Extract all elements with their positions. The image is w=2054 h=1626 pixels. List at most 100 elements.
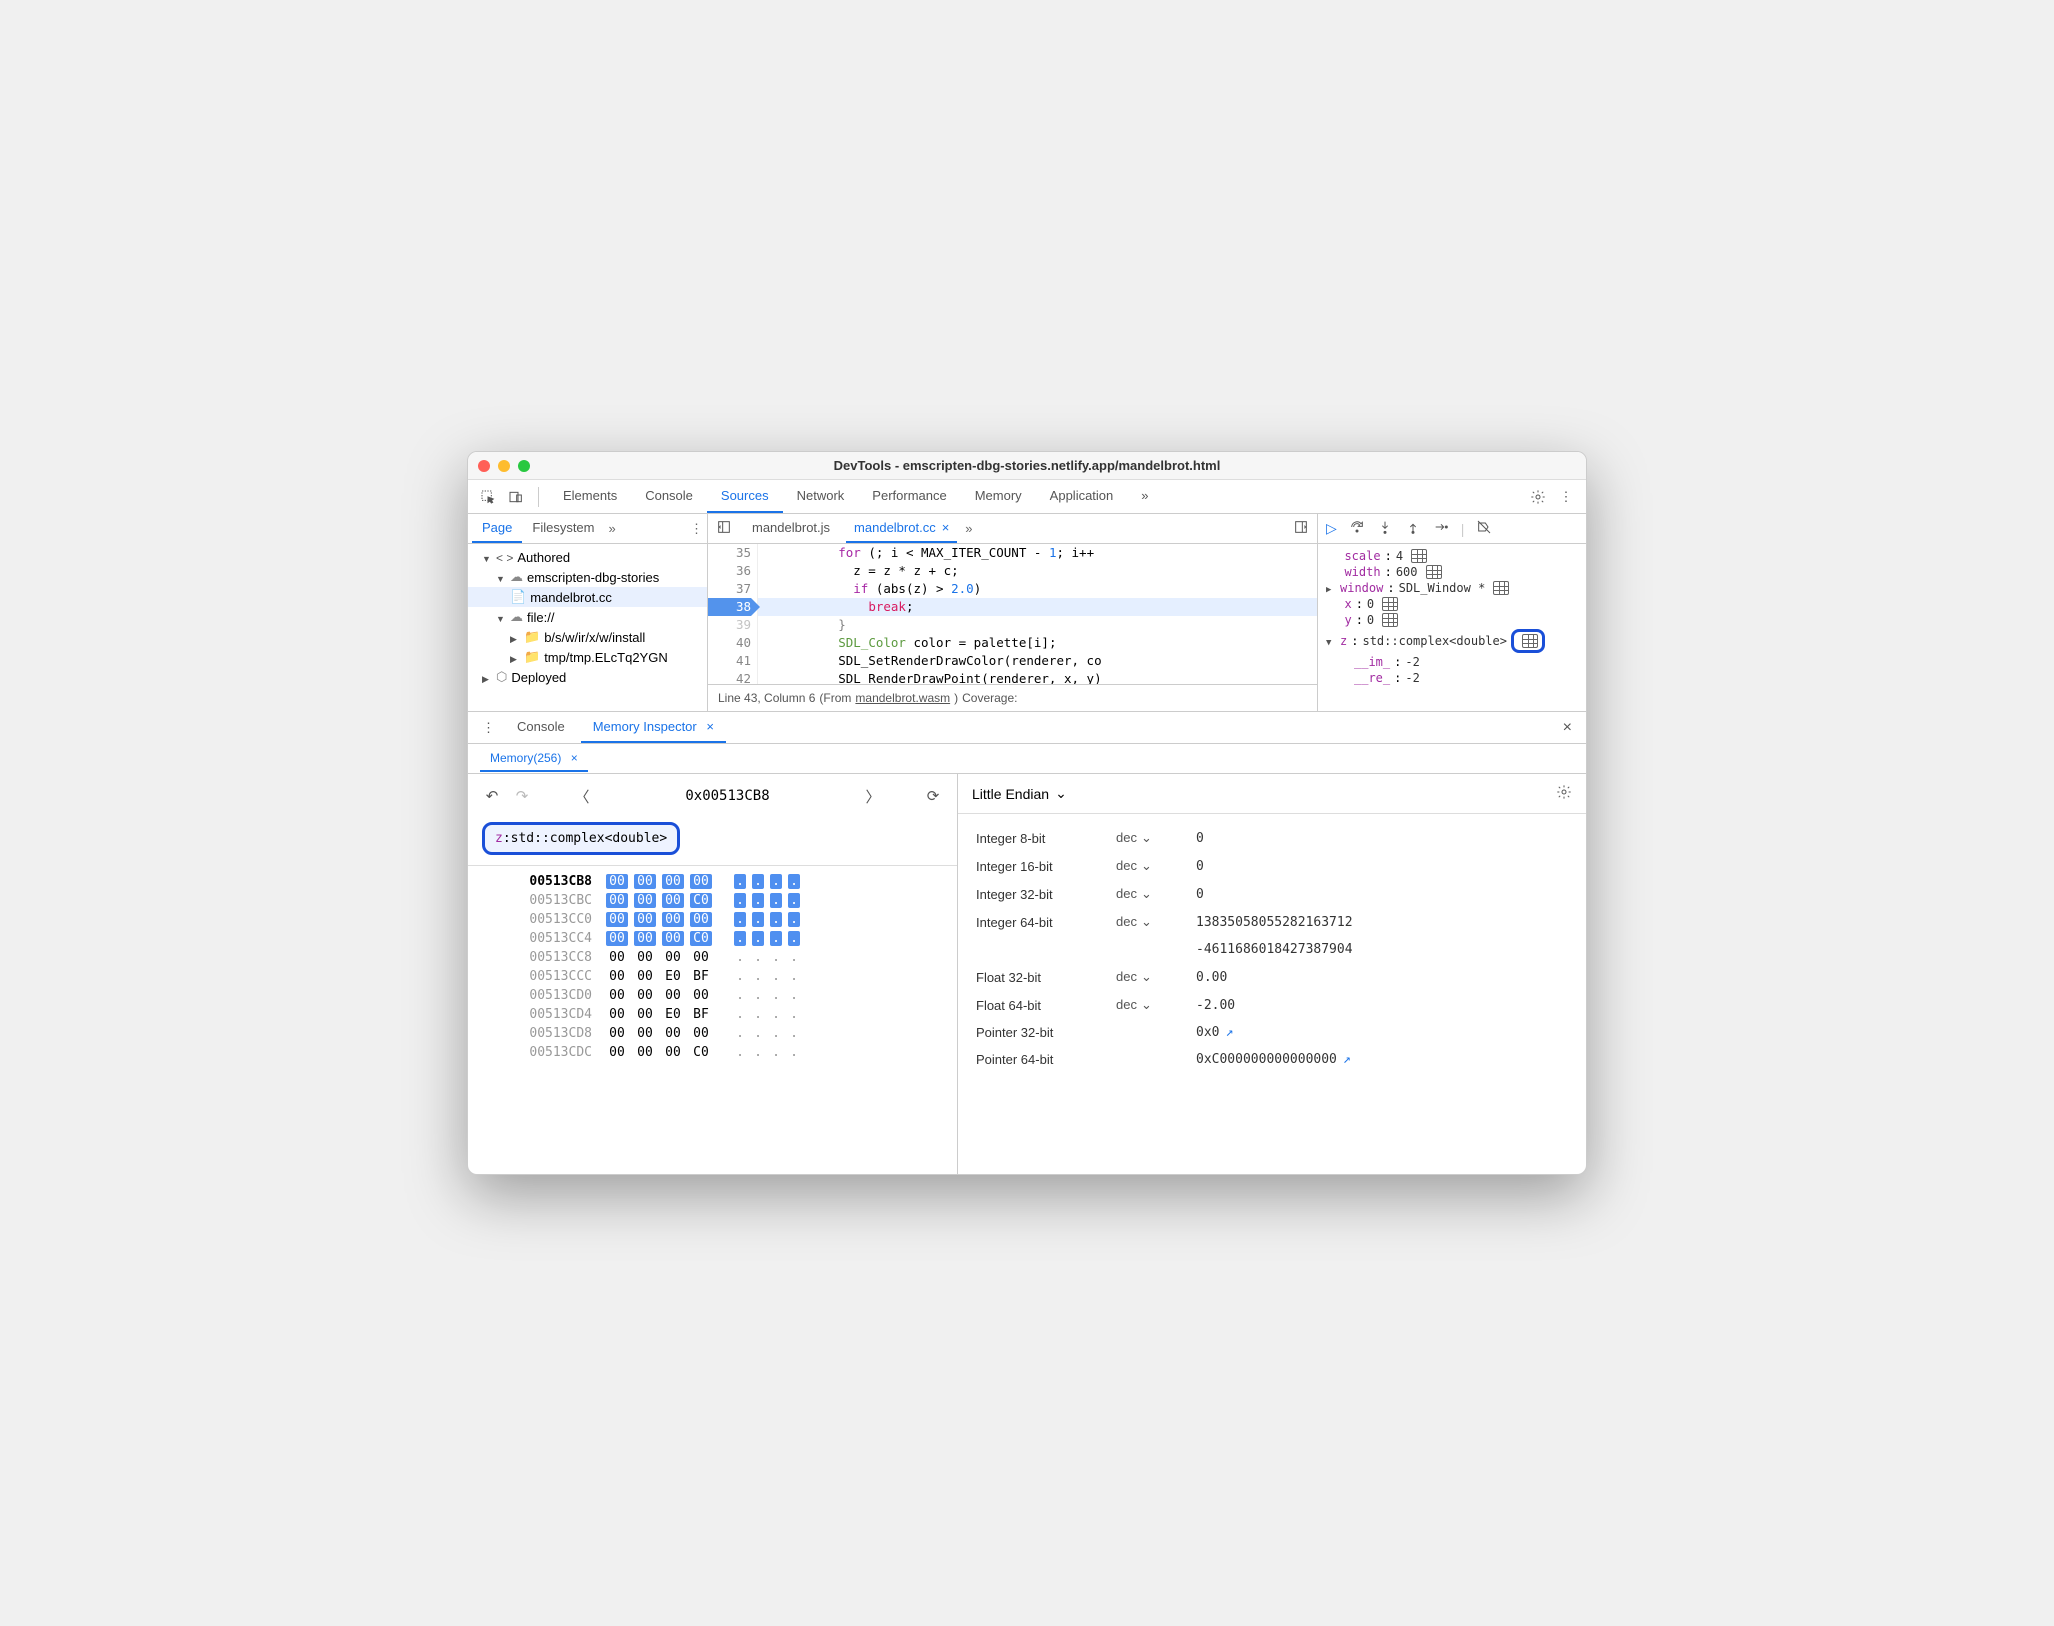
scope-row-y[interactable]: y: 0 <box>1326 612 1578 628</box>
next-page-icon[interactable]: 〉 <box>863 786 883 807</box>
hex-byte[interactable]: 00 <box>606 893 628 908</box>
hex-byte[interactable]: 00 <box>690 874 712 889</box>
close-drawer-icon[interactable]: × <box>1557 719 1578 737</box>
toggle-nav-button[interactable] <box>712 519 736 538</box>
step-over-icon[interactable] <box>1349 519 1365 538</box>
tabs-overflow-icon[interactable]: » <box>1127 480 1162 513</box>
hex-byte[interactable]: 00 <box>634 931 656 946</box>
hex-byte[interactable]: 00 <box>690 988 712 1003</box>
tab-performance[interactable]: Performance <box>858 480 960 513</box>
disclosure-triangle-icon[interactable] <box>482 550 492 565</box>
format-select[interactable]: dec <box>1116 886 1137 902</box>
address-input[interactable]: 0x00513CB8 <box>602 784 853 808</box>
hex-byte[interactable]: 00 <box>634 950 656 965</box>
scope-row-scale[interactable]: scale: 4 <box>1326 548 1578 564</box>
hex-byte[interactable]: 00 <box>634 1026 656 1041</box>
memory-icon[interactable] <box>1411 549 1427 563</box>
disclosure-triangle-icon[interactable] <box>510 630 520 645</box>
hex-byte[interactable]: 00 <box>662 950 684 965</box>
hex-byte[interactable]: 00 <box>606 1007 628 1022</box>
disclosure-triangle-icon[interactable] <box>510 650 520 665</box>
close-tab-icon[interactable]: × <box>706 719 714 734</box>
hex-row[interactable]: 00513CDC000000C0.... <box>518 1043 957 1062</box>
hex-byte[interactable]: 00 <box>662 931 684 946</box>
hex-byte[interactable]: E0 <box>662 969 684 984</box>
memory-buffer-tab[interactable]: Memory(256) × <box>480 746 588 772</box>
inspect-element-icon[interactable] <box>476 485 500 509</box>
hex-row[interactable]: 00513CC4000000C0.... <box>518 929 957 948</box>
object-chip[interactable]: z: std::complex<double> <box>482 822 680 855</box>
tabs-overflow-icon[interactable]: » <box>965 521 972 536</box>
hex-byte[interactable]: 00 <box>662 988 684 1003</box>
hex-row[interactable]: 00513CBC000000C0.... <box>518 891 957 910</box>
step-icon[interactable] <box>1433 519 1449 538</box>
more-menu-icon[interactable]: ⋮ <box>1554 485 1578 509</box>
hex-byte[interactable]: C0 <box>690 1045 712 1060</box>
hex-byte[interactable]: BF <box>690 1007 712 1022</box>
scope-row-width[interactable]: width: 600 <box>1326 564 1578 580</box>
close-tab-icon[interactable]: × <box>571 751 578 765</box>
hex-row[interactable]: 00513CB800000000.... <box>518 872 957 891</box>
hex-byte[interactable]: 00 <box>662 893 684 908</box>
tab-sources[interactable]: Sources <box>707 480 783 513</box>
settings-icon[interactable] <box>1526 485 1550 509</box>
scope-row-window[interactable]: window: SDL_Window * <box>1326 580 1578 596</box>
navigator-more-icon[interactable]: ⋮ <box>690 521 703 537</box>
hex-byte[interactable]: 00 <box>606 1045 628 1060</box>
code-area[interactable]: 35 36 37 38 39 40 41 42 for (; i < MAX_I… <box>708 544 1317 684</box>
jump-to-icon[interactable]: ↗ <box>1225 1025 1233 1040</box>
hex-byte[interactable]: 00 <box>662 874 684 889</box>
memory-icon[interactable] <box>1522 634 1538 648</box>
hex-row[interactable]: 00513CD000000000.... <box>518 986 957 1005</box>
format-select[interactable]: dec <box>1116 914 1137 930</box>
tab-filesystem[interactable]: Filesystem <box>522 514 604 543</box>
minimize-window-button[interactable] <box>498 460 510 472</box>
close-tab-icon[interactable]: × <box>942 520 950 535</box>
scope-row-re[interactable]: __re_: -2 <box>1326 670 1578 686</box>
disclosure-triangle-icon[interactable] <box>496 610 506 625</box>
settings-icon[interactable] <box>1556 784 1572 803</box>
tab-memory[interactable]: Memory <box>961 480 1036 513</box>
drawer-tab-console[interactable]: Console <box>505 712 577 743</box>
format-select[interactable]: dec <box>1116 969 1137 985</box>
maximize-window-button[interactable] <box>518 460 530 472</box>
format-select[interactable]: dec <box>1116 858 1137 874</box>
tab-page[interactable]: Page <box>472 514 522 543</box>
scope-row-im[interactable]: __im_: -2 <box>1326 654 1578 670</box>
tree-origin[interactable]: ☁ emscripten-dbg-stories <box>468 567 707 587</box>
redo-icon[interactable]: ↷ <box>512 787 532 805</box>
tree-authored[interactable]: < > Authored <box>468 548 707 567</box>
hex-byte[interactable]: 00 <box>606 931 628 946</box>
hex-byte[interactable]: 00 <box>634 912 656 927</box>
hex-byte[interactable]: C0 <box>690 931 712 946</box>
deactivate-breakpoints-icon[interactable] <box>1476 519 1492 538</box>
hex-row[interactable]: 00513CC800000000.... <box>518 948 957 967</box>
scope-row-x[interactable]: x: 0 <box>1326 596 1578 612</box>
tree-deployed[interactable]: ⬡ Deployed <box>468 667 707 687</box>
format-select[interactable]: dec <box>1116 830 1137 846</box>
hex-byte[interactable]: 00 <box>634 969 656 984</box>
hex-byte[interactable]: E0 <box>662 1007 684 1022</box>
hex-byte[interactable]: 00 <box>690 950 712 965</box>
step-into-icon[interactable] <box>1377 519 1393 538</box>
hex-row[interactable]: 00513CC000000000.... <box>518 910 957 929</box>
tab-elements[interactable]: Elements <box>549 480 631 513</box>
disclosure-triangle-icon[interactable] <box>1326 634 1336 648</box>
hex-byte[interactable]: 00 <box>606 1026 628 1041</box>
drawer-more-icon[interactable]: ⋮ <box>476 720 501 736</box>
step-out-icon[interactable] <box>1405 519 1421 538</box>
source-file-link[interactable]: mandelbrot.wasm <box>855 691 950 705</box>
tab-console[interactable]: Console <box>631 480 707 513</box>
memory-icon[interactable] <box>1382 597 1398 611</box>
hex-byte[interactable]: 00 <box>606 969 628 984</box>
hex-byte[interactable]: 00 <box>690 912 712 927</box>
editor-tab-cc[interactable]: mandelbrot.cc × <box>846 514 957 543</box>
hex-row[interactable]: 00513CD40000E0BF.... <box>518 1005 957 1024</box>
device-toolbar-icon[interactable] <box>504 485 528 509</box>
hex-byte[interactable]: 00 <box>634 874 656 889</box>
tab-application[interactable]: Application <box>1036 480 1128 513</box>
tree-folder[interactable]: 📁 b/s/w/ir/x/w/install <box>468 627 707 647</box>
memory-icon[interactable] <box>1426 565 1442 579</box>
hex-row[interactable]: 00513CCC0000E0BF.... <box>518 967 957 986</box>
toggle-debug-pane-button[interactable] <box>1289 519 1313 538</box>
